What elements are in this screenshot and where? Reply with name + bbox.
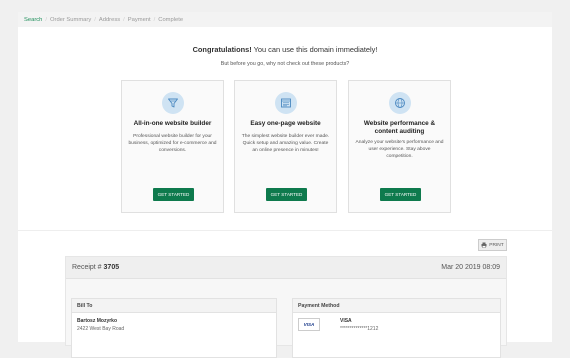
receipt-date: Mar 20 2019 08:09 <box>441 264 500 271</box>
bill-to-name: Bartosz Mozyrko <box>77 318 118 324</box>
product-card-one-page-website: Easy one-page website The simplest websi… <box>234 80 337 213</box>
congratulations-rest: You can use this domain immediately! <box>251 45 378 54</box>
breadcrumb-separator: / <box>94 16 96 23</box>
receipt-title: Receipt # 3705 <box>72 264 119 271</box>
upsell-subline: But before you go, why not check out the… <box>220 61 350 67</box>
card-description: Analyze your website's performance and u… <box>355 140 444 159</box>
receipt: Receipt # 3705 Mar 20 2019 08:09 Bill To… <box>65 256 507 358</box>
payment-method-title: Payment Method <box>293 299 500 313</box>
layout-icon <box>275 92 297 114</box>
receipt-number: 3705 <box>103 264 120 271</box>
card-brand: VISA <box>340 318 352 324</box>
breadcrumb-order-summary: Order Summary <box>50 16 92 23</box>
get-started-button[interactable]: GET STARTED <box>153 188 194 201</box>
card-title: Easy one-page website <box>250 120 321 127</box>
print-button[interactable]: PRINT <box>478 239 507 251</box>
bill-to-address: 2422 West Bay Road <box>77 326 125 332</box>
card-number-masked: **************1212 <box>340 326 379 332</box>
checkout-page: Search / Order Summary / Address / Payme… <box>18 12 552 358</box>
breadcrumb-separator: / <box>153 16 156 23</box>
bill-to-panel: Bill To Bartosz Mozyrko 2422 West Bay Ro… <box>71 298 277 358</box>
get-started-button[interactable]: GET STARTED <box>266 188 307 201</box>
bill-to-title: Bill To <box>72 299 276 313</box>
breadcrumb-separator: / <box>45 16 47 23</box>
breadcrumb-search[interactable]: Search <box>24 17 42 23</box>
breadcrumb-complete: Complete <box>158 16 184 23</box>
breadcrumb-separator: / <box>123 16 125 23</box>
printer-icon <box>481 242 487 248</box>
congratulations-message: Congratulations! You can use this domain… <box>18 45 552 54</box>
breadcrumb-payment: Payment <box>127 16 151 23</box>
breadcrumb: Search / Order Summary / Address / Payme… <box>18 12 552 27</box>
card-description: Professional website builder for your bu… <box>128 134 217 153</box>
card-title: All-in-one website builder <box>133 120 212 127</box>
print-label: PRINT <box>489 242 504 248</box>
product-card-website-auditing: Website performance & content auditing A… <box>348 80 451 213</box>
funnel-icon <box>162 92 184 114</box>
receipt-header: Receipt # 3705 Mar 20 2019 08:09 <box>66 257 506 279</box>
card-title: Website performance & content auditing <box>363 120 436 135</box>
receipt-label: Receipt # <box>72 264 102 271</box>
section-divider <box>18 230 552 231</box>
globe-icon <box>389 92 411 114</box>
breadcrumb-address: Address <box>98 16 121 23</box>
card-description: The simplest website builder ever made. … <box>241 134 330 153</box>
product-card-website-builder: All-in-one website builder Professional … <box>121 80 224 213</box>
congratulations-bold: Congratulations! <box>192 45 252 54</box>
payment-method-panel: Payment Method VISA VISA **************1… <box>292 298 501 358</box>
get-started-button[interactable]: GET STARTED <box>380 188 421 201</box>
